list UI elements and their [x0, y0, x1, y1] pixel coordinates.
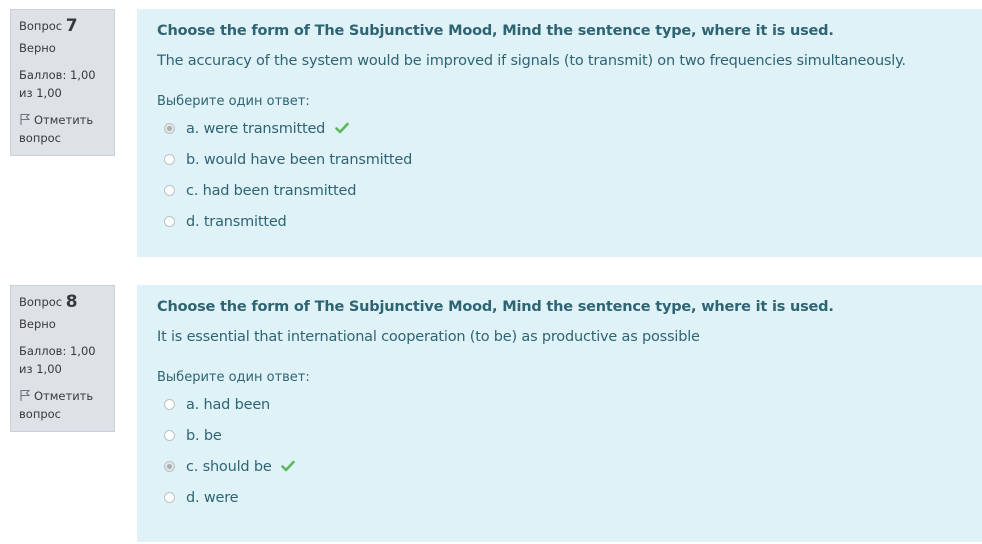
question-label: Вопрос [19, 19, 63, 33]
radio-button[interactable] [164, 216, 175, 227]
question-info: Вопрос 7 Верно Баллов: 1,00 из 1,00 Отме… [10, 9, 115, 156]
radio-button[interactable] [164, 185, 175, 196]
answer-option-c[interactable]: c. had been transmitted [157, 176, 962, 207]
question-text: It is essential that international coope… [157, 329, 700, 345]
answer-option-a[interactable]: a. were transmitted [157, 114, 962, 145]
answer-options: a. had been b. be c. should be d. were [157, 390, 962, 514]
option-label: b. be [186, 428, 222, 444]
answer-prompt: Выберите один ответ: [157, 370, 310, 385]
answer-option-b[interactable]: b. be [157, 421, 962, 452]
answer-option-d[interactable]: d. transmitted [157, 207, 962, 238]
radio-button[interactable] [164, 430, 175, 441]
answer-option-a[interactable]: a. had been [157, 390, 962, 421]
option-label: c. had been transmitted [186, 183, 357, 199]
radio-button[interactable] [164, 154, 175, 165]
question-info: Вопрос 8 Верно Баллов: 1,00 из 1,00 Отме… [10, 285, 115, 432]
radio-button-selected[interactable] [164, 123, 175, 134]
flag-question-link[interactable]: Отметить вопрос [19, 387, 106, 423]
question-number-value: 8 [65, 292, 78, 312]
question-number: Вопрос 7 [19, 16, 106, 36]
question-content: Choose the form of The Subjunctive Mood,… [137, 9, 982, 257]
question-number: Вопрос 8 [19, 292, 106, 312]
check-icon [334, 115, 349, 134]
question-label: Вопрос [19, 295, 63, 309]
check-icon [281, 453, 295, 472]
option-label: a. were transmitted [186, 121, 326, 137]
answer-option-b[interactable]: b. would have been transmitted [157, 145, 962, 176]
option-label: d. transmitted [186, 214, 287, 230]
question-state: Верно [19, 317, 56, 331]
question-text: The accuracy of the system would be impr… [157, 53, 906, 69]
question-grade: Баллов: 1,00 из 1,00 [19, 68, 96, 100]
question-content: Choose the form of The Subjunctive Mood,… [137, 285, 982, 542]
option-label: a. had been [186, 397, 271, 413]
answer-option-d[interactable]: d. were [157, 483, 962, 514]
answer-options: a. were transmitted b. would have been t… [157, 114, 962, 238]
question-title: Choose the form of The Subjunctive Mood,… [157, 299, 834, 315]
question-number-value: 7 [65, 16, 78, 36]
question-title: Choose the form of The Subjunctive Mood,… [157, 23, 834, 39]
flag-question-link[interactable]: Отметить вопрос [19, 111, 106, 147]
option-label: d. were [186, 490, 239, 506]
option-label: b. would have been transmitted [186, 152, 413, 168]
radio-button[interactable] [164, 399, 175, 410]
answer-prompt: Выберите один ответ: [157, 94, 310, 109]
answer-option-c[interactable]: c. should be [157, 452, 962, 483]
radio-button-selected[interactable] [164, 461, 175, 472]
radio-button[interactable] [164, 492, 175, 503]
question-state: Верно [19, 41, 56, 55]
flag-icon [19, 388, 32, 401]
option-label: c. should be [186, 459, 272, 475]
question-grade: Баллов: 1,00 из 1,00 [19, 344, 96, 376]
flag-icon [19, 112, 32, 125]
